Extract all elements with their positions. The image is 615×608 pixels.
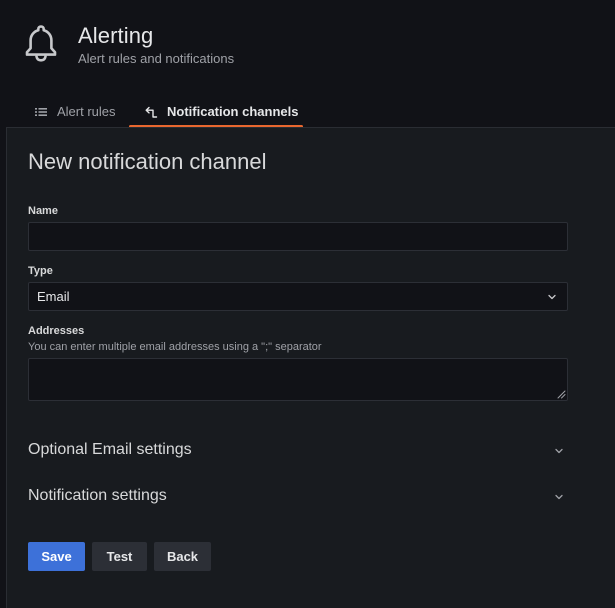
optional-email-settings-title: Optional Email settings [28, 441, 192, 458]
back-button[interactable]: Back [154, 542, 211, 571]
save-button[interactable]: Save [28, 542, 85, 571]
tab-alert-rules-label: Alert rules [57, 104, 116, 119]
name-label: Name [28, 205, 58, 217]
addresses-label: Addresses [28, 325, 85, 337]
tab-alert-rules[interactable]: Alert rules [34, 96, 116, 127]
notification-channel-icon [145, 106, 158, 118]
tab-bar: Alert rules Notification channels [0, 96, 615, 128]
type-select-value: Email [37, 289, 70, 304]
type-select[interactable]: Email [28, 282, 568, 311]
page-header: Alerting Alert rules and notifications A… [0, 0, 615, 128]
resize-handle-icon[interactable] [557, 390, 566, 399]
addresses-description: You can enter multiple email addresses u… [28, 341, 322, 353]
page-title: Alerting [78, 23, 154, 48]
notification-settings-title: Notification settings [28, 487, 167, 504]
notification-settings-section[interactable]: Notification settings [28, 483, 568, 509]
bell-icon [25, 25, 57, 62]
form-title: New notification channel [28, 149, 267, 174]
chevron-down-icon [548, 294, 556, 300]
type-label: Type [28, 265, 53, 277]
test-button[interactable]: Test [92, 542, 147, 571]
chevron-down-icon [555, 448, 563, 454]
tab-notification-channels[interactable]: Notification channels [129, 96, 303, 128]
addresses-textarea[interactable] [28, 358, 568, 401]
page-subtitle: Alert rules and notifications [78, 51, 235, 66]
optional-email-settings-section[interactable]: Optional Email settings [28, 437, 568, 463]
chevron-down-icon [555, 494, 563, 500]
name-input[interactable] [28, 222, 568, 251]
tab-notification-channels-label: Notification channels [167, 104, 299, 119]
list-icon [35, 107, 47, 116]
